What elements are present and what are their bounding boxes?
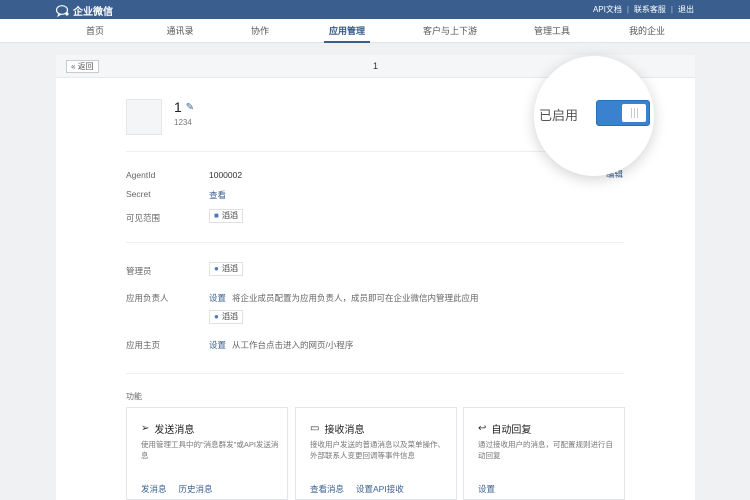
features-section-label: 功能 [126, 392, 142, 401]
autoreply-set-link[interactable]: 设置 [478, 483, 495, 495]
send-message-link[interactable]: 发消息 [141, 483, 167, 495]
card-title-text: 接收消息 [324, 425, 365, 436]
separator: | [670, 5, 673, 14]
logo[interactable]: 企业微信 [56, 3, 113, 18]
homepage-row: 设置 从工作台点击进入的网页/小程序 [209, 339, 353, 351]
nav-home[interactable]: 首页 [78, 19, 112, 43]
feature-card-receive: ▭ 接收消息 接收用户发送的普通消息以及菜单操作、外部联系人变更回调等事件信息 … [295, 407, 457, 500]
history-message-link[interactable]: 历史消息 [179, 483, 213, 495]
app-name: 1 [174, 99, 182, 115]
logo-text: 企业微信 [73, 7, 113, 18]
scope-label: 可见范围 [126, 213, 161, 223]
nav-app-management[interactable]: 应用管理 [324, 19, 370, 43]
scope-tag-text: 滔滔 [221, 211, 238, 220]
card-description: 接收用户发送的普通消息以及菜单操作、外部联系人变更回调等事件信息 [310, 440, 445, 460]
folder-icon: ■ [214, 211, 219, 220]
admin-tag-text: 滔滔 [221, 264, 238, 273]
secret-label: Secret [126, 189, 151, 199]
owner-row: 设置 将企业成员配置为应用负责人，成员即可在企业微信内管理此应用 [209, 292, 479, 304]
card-links: 发消息 历史消息 [141, 483, 213, 495]
divider [126, 373, 624, 374]
divider [126, 242, 624, 243]
user-icon: ● [214, 312, 219, 321]
logout-link[interactable]: 退出 [678, 4, 694, 15]
enable-toggle[interactable] [596, 100, 650, 126]
separator: | [626, 5, 629, 14]
card-title: ▭ 接收消息 [310, 421, 364, 436]
homepage-hint: 从工作台点击进入的网页/小程序 [232, 340, 354, 350]
agentid-value: 1000002 [209, 170, 243, 180]
homepage-label: 应用主页 [126, 340, 161, 350]
status-label: 已启用 [539, 108, 579, 123]
card-links: 查看消息 设置API接收 [310, 483, 404, 495]
wecom-logo-icon [56, 4, 69, 17]
edit-pencil-icon[interactable]: ✎ [186, 102, 194, 113]
set-api-receive-link[interactable]: 设置API接收 [356, 483, 404, 495]
toggle-knob [622, 104, 646, 122]
card-title: ↩ 自动回复 [478, 421, 531, 436]
homepage-set-link[interactable]: 设置 [209, 340, 226, 350]
nav-contacts[interactable]: 通讯录 [160, 19, 200, 43]
nav-collaboration[interactable]: 协作 [245, 19, 275, 43]
owner-set-link[interactable]: 设置 [209, 293, 226, 303]
card-description: 通过接收用户的消息，可配置规则进行自动回复 [478, 440, 613, 460]
main-nav: 首页 通讯录 协作 应用管理 客户与上下游 管理工具 我的企业 [0, 19, 750, 43]
card-description: 使用管理工具中的"消息群发"或API发送消息 [141, 440, 279, 460]
contact-support-link[interactable]: 联系客服 [634, 4, 666, 15]
api-docs-link[interactable]: API文档 [593, 4, 622, 15]
card-title: ➢ 发送消息 [141, 421, 194, 436]
owner-hint: 将企业成员配置为应用负责人，成员即可在企业微信内管理此应用 [232, 293, 479, 303]
status-magnifier: 已启用 [534, 56, 654, 176]
top-links: API文档 | 联系客服 | 退出 [593, 4, 694, 15]
owner-tag-text: 滔滔 [221, 312, 238, 321]
app-icon[interactable] [126, 99, 162, 135]
chat-icon: ▭ [310, 423, 320, 434]
app-description: 1234 [174, 118, 192, 127]
user-icon: ● [214, 264, 219, 273]
nav-management-tools[interactable]: 管理工具 [530, 19, 574, 43]
agentid-label: AgentId [126, 170, 156, 180]
nav-my-enterprise[interactable]: 我的企业 [624, 19, 670, 43]
owner-label: 应用负责人 [126, 293, 169, 303]
top-bar: 企业微信 API文档 | 联系客服 | 退出 [0, 0, 750, 19]
feature-card-send: ➢ 发送消息 使用管理工具中的"消息群发"或API发送消息 发消息 历史消息 [126, 407, 288, 500]
card-title-text: 自动回复 [491, 425, 532, 436]
card-title-text: 发送消息 [154, 425, 195, 436]
send-icon: ➢ [141, 423, 150, 434]
admin-label: 管理员 [126, 266, 152, 276]
reply-icon: ↩ [478, 423, 487, 434]
feature-card-autoreply: ↩ 自动回复 通过接收用户的消息，可配置规则进行自动回复 设置 [463, 407, 625, 500]
secret-view-link[interactable]: 查看 [209, 189, 226, 201]
nav-customers[interactable]: 客户与上下游 [418, 19, 482, 43]
scope-tag[interactable]: ■ 滔滔 [209, 209, 243, 223]
card-links: 设置 [478, 483, 495, 495]
owner-tag[interactable]: ● 滔滔 [209, 310, 243, 324]
admin-tag[interactable]: ● 滔滔 [209, 262, 243, 276]
app-name-row: 1 ✎ [174, 99, 194, 115]
view-message-link[interactable]: 查看消息 [310, 483, 344, 495]
